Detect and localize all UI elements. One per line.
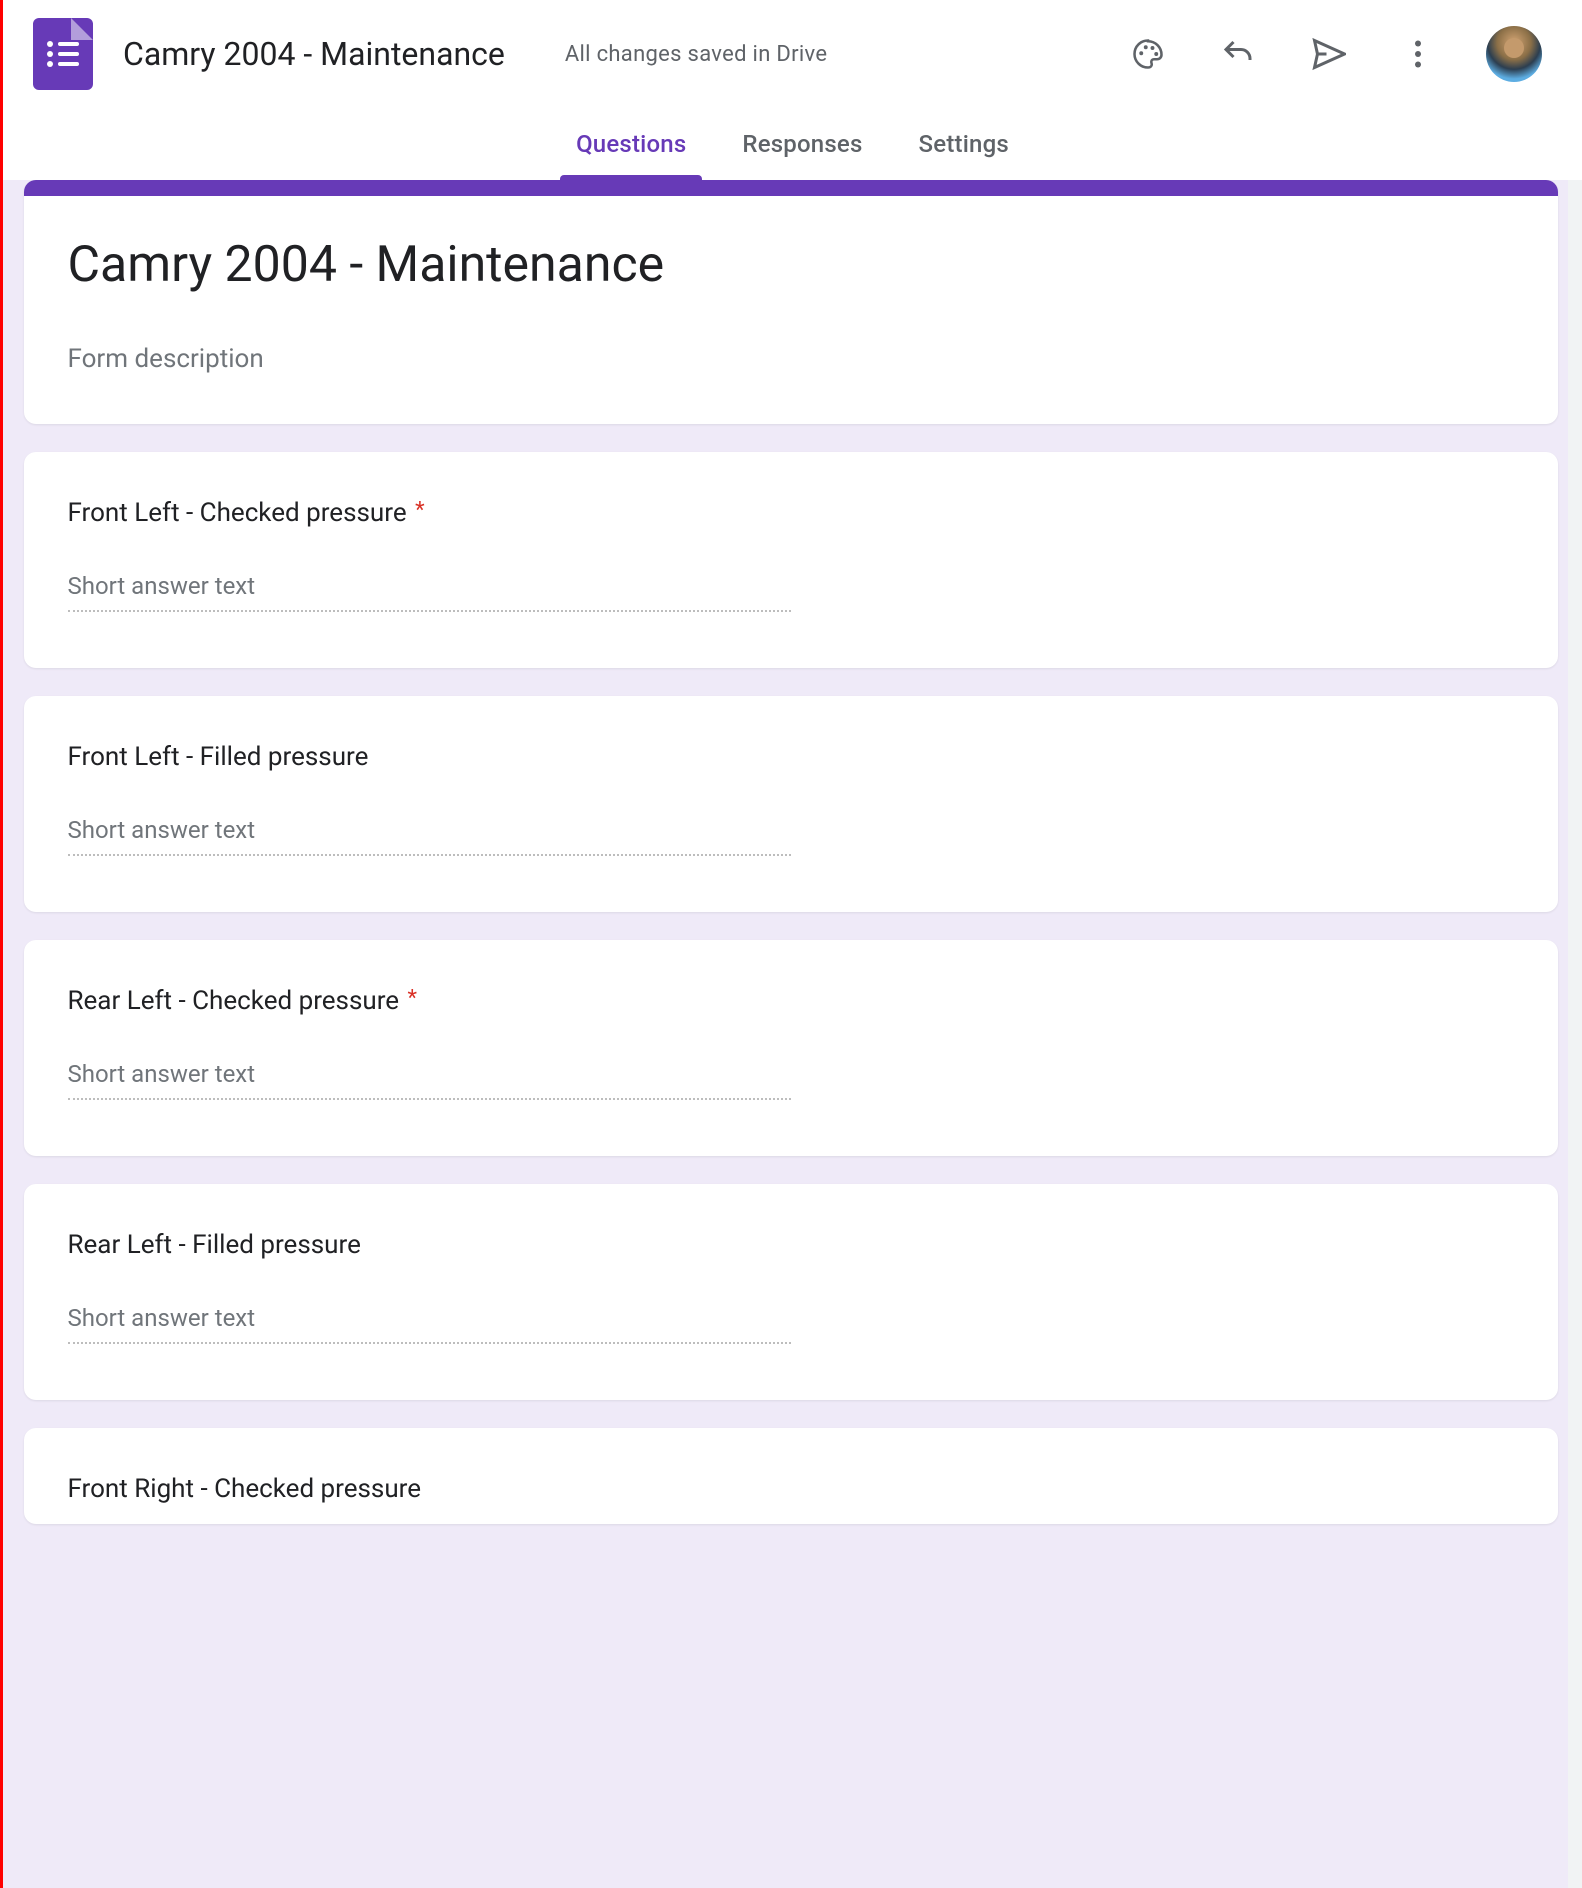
question-title[interactable]: Front Left - Filled pressure	[68, 742, 1514, 772]
document-title[interactable]: Camry 2004 - Maintenance	[123, 35, 505, 73]
undo-icon[interactable]	[1216, 32, 1260, 76]
required-star-icon: *	[415, 498, 424, 523]
short-answer-input[interactable]: Short answer text	[68, 816, 791, 856]
question-card[interactable]: Rear Left - Filled pressure Short answer…	[24, 1184, 1558, 1400]
question-title[interactable]: Rear Left - Checked pressure *	[68, 986, 1514, 1016]
account-avatar[interactable]	[1486, 26, 1542, 82]
tab-questions[interactable]: Questions	[572, 130, 690, 180]
more-icon[interactable]	[1396, 32, 1440, 76]
tab-responses[interactable]: Responses	[738, 130, 866, 180]
tabs: Questions Responses Settings	[3, 100, 1582, 180]
form-canvas[interactable]: Camry 2004 - Maintenance Form descriptio…	[3, 180, 1582, 1888]
required-star-icon: *	[408, 986, 417, 1011]
question-title[interactable]: Rear Left - Filled pressure	[68, 1230, 1514, 1260]
question-card[interactable]: Front Left - Checked pressure * Short an…	[24, 452, 1558, 668]
tab-settings[interactable]: Settings	[915, 130, 1013, 180]
question-card[interactable]: Front Left - Filled pressure Short answe…	[24, 696, 1558, 912]
save-status: All changes saved in Drive	[565, 42, 827, 67]
app-shell: Camry 2004 - Maintenance All changes sav…	[0, 0, 1582, 1888]
topbar-actions	[1126, 26, 1542, 82]
send-icon[interactable]	[1306, 32, 1350, 76]
form-description[interactable]: Form description	[68, 344, 1514, 374]
short-answer-input[interactable]: Short answer text	[68, 1060, 791, 1100]
palette-icon[interactable]	[1126, 32, 1170, 76]
question-title[interactable]: Front Left - Checked pressure *	[68, 498, 1514, 528]
question-title[interactable]: Front Right - Checked pressure	[68, 1474, 1514, 1504]
topbar: Camry 2004 - Maintenance All changes sav…	[3, 0, 1582, 100]
question-card[interactable]: Rear Left - Checked pressure * Short ans…	[24, 940, 1558, 1156]
forms-logo-icon[interactable]	[33, 18, 93, 90]
short-answer-input[interactable]: Short answer text	[68, 1304, 791, 1344]
question-card[interactable]: Front Right - Checked pressure	[24, 1428, 1558, 1524]
short-answer-input[interactable]: Short answer text	[68, 572, 791, 612]
form-header-card[interactable]: Camry 2004 - Maintenance Form descriptio…	[24, 180, 1558, 424]
form-title[interactable]: Camry 2004 - Maintenance	[68, 232, 1514, 300]
